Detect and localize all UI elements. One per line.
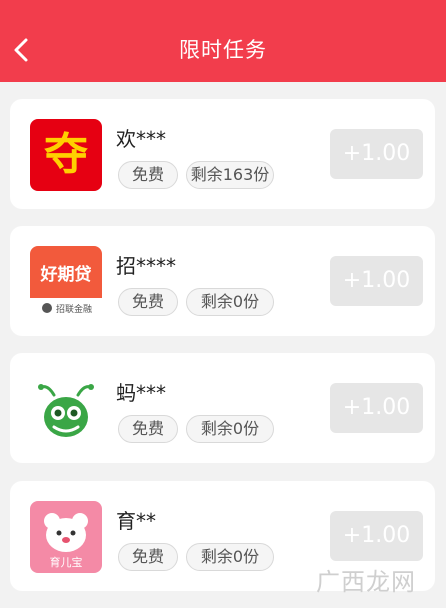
svg-text:夺: 夺 <box>44 129 88 180</box>
task-card[interactable]: 蚂*** 免费 剩余0份 +1.00 <box>10 353 435 463</box>
task-card[interactable]: 好期贷 招联金融 招**** 免费 剩余0份 +1.00 <box>10 226 435 336</box>
remaining-badge: 剩余0份 <box>186 415 274 443</box>
free-badge: 免费 <box>118 415 178 443</box>
svg-text:育儿宝: 育儿宝 <box>50 555 83 569</box>
free-badge: 免费 <box>118 161 178 189</box>
app-icon-huan: 夺 <box>30 119 102 191</box>
header-bar: 限时任务 <box>0 0 446 82</box>
task-card[interactable]: 夺 欢*** 免费 剩余163份 +1.00 <box>10 99 435 209</box>
svg-text:好期贷: 好期贷 <box>40 264 92 285</box>
app-icon-yuerbao: 育儿宝 <box>30 501 102 573</box>
remaining-badge: 剩余0份 <box>186 543 274 571</box>
svg-text:招联金融: 招联金融 <box>56 303 92 315</box>
task-name: 欢*** <box>116 127 166 151</box>
reward-button[interactable]: +1.00 <box>330 383 423 433</box>
app-icon-ant <box>30 373 102 445</box>
watermark-text: 广西龙网 <box>316 568 416 596</box>
free-badge: 免费 <box>118 288 178 316</box>
reward-button[interactable]: +1.00 <box>330 129 423 179</box>
remaining-badge: 剩余0份 <box>186 288 274 316</box>
remaining-badge: 剩余163份 <box>186 161 274 189</box>
task-name: 育** <box>116 509 156 533</box>
app-icon-haoqidai: 好期贷 招联金融 <box>30 246 102 318</box>
page-title: 限时任务 <box>179 38 267 62</box>
reward-button[interactable]: +1.00 <box>330 256 423 306</box>
task-name: 招**** <box>116 254 176 278</box>
reward-button[interactable]: +1.00 <box>330 511 423 561</box>
task-name: 蚂*** <box>116 381 166 405</box>
free-badge: 免费 <box>118 543 178 571</box>
